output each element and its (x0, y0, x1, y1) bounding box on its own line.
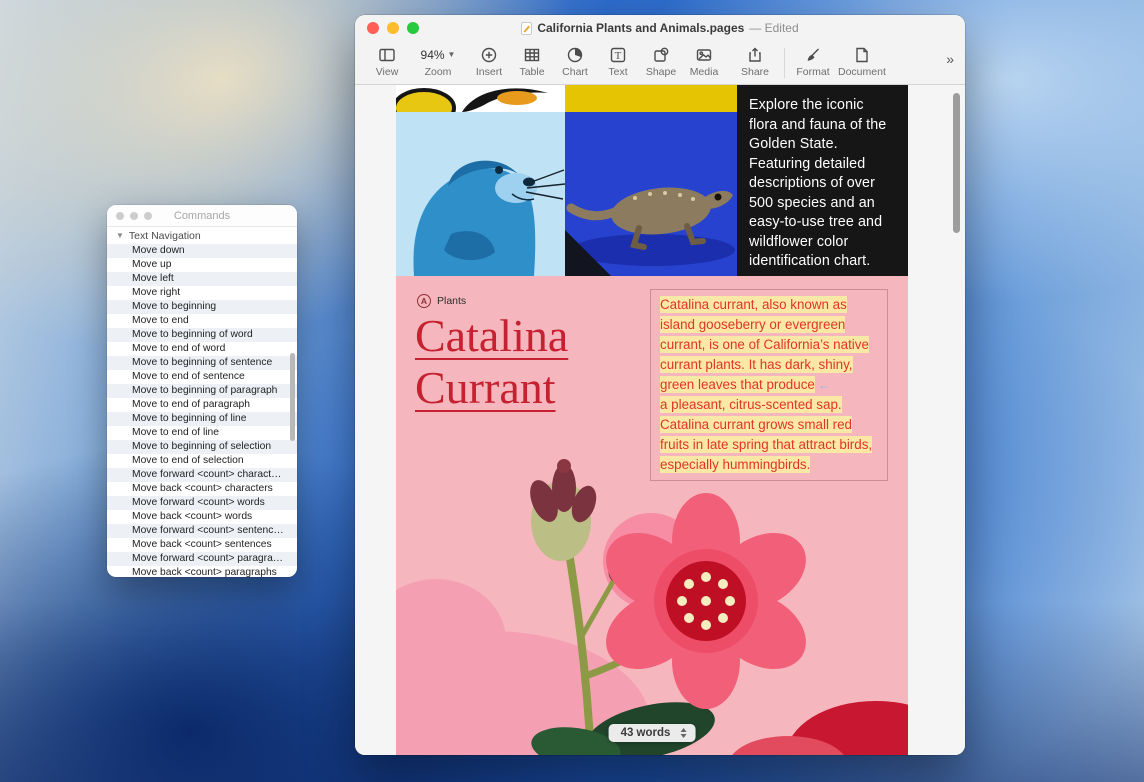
word-count-label: 43 words (621, 727, 671, 739)
pages-document-icon (521, 22, 532, 35)
command-item[interactable]: Move to end of line (107, 426, 297, 440)
media-button[interactable]: Media (686, 45, 722, 78)
command-item[interactable]: Move to beginning of word (107, 328, 297, 342)
shape-button[interactable]: Shape (643, 45, 679, 78)
command-item[interactable]: Move forward <count> sentenc… (107, 524, 297, 538)
command-item[interactable]: Move forward <count> charact… (107, 468, 297, 482)
format-button[interactable]: Format (795, 45, 831, 78)
commands-window: Commands ▼ Text Navigation Move down Mov… (107, 205, 297, 577)
insert-button[interactable]: Insert (471, 45, 507, 78)
close-button[interactable] (367, 22, 379, 34)
command-item[interactable]: Move forward <count> words (107, 496, 297, 510)
share-icon (746, 45, 764, 64)
page-title[interactable]: Catalina Currant (415, 310, 568, 414)
command-item[interactable]: Move up (107, 258, 297, 272)
commands-window-title: Commands (174, 210, 230, 222)
command-item[interactable]: Move left (107, 272, 297, 286)
seal-illustration (396, 112, 565, 276)
command-item[interactable]: Move to beginning of selection (107, 440, 297, 454)
share-button[interactable]: Share (737, 45, 773, 78)
command-item[interactable]: Move back <count> characters (107, 482, 297, 496)
toolbar-divider (784, 48, 785, 78)
command-item[interactable]: Move back <count> paragraphs (107, 566, 297, 577)
command-item[interactable]: Move to end of paragraph (107, 398, 297, 412)
hero-section: Explore the iconic flora and fauna of th… (396, 85, 908, 276)
command-item[interactable]: Move down (107, 244, 297, 258)
document-icon (853, 45, 871, 64)
command-item[interactable]: Move forward <count> paragra… (107, 552, 297, 566)
commands-scrollbar[interactable] (290, 353, 295, 441)
window-title-area: California Plants and Animals.pages — Ed… (521, 21, 798, 35)
butterfly-strip-image (396, 85, 565, 112)
fullscreen-button[interactable] (144, 212, 152, 220)
yellow-strip-image (565, 85, 737, 112)
command-item[interactable]: Move to end (107, 314, 297, 328)
chevron-down-icon: ▼ (116, 231, 124, 240)
document-button[interactable]: Document (838, 45, 886, 78)
chevron-down-icon: ▼ (448, 50, 456, 59)
category-label: Plants (437, 295, 466, 307)
view-button[interactable]: View (369, 45, 405, 78)
command-item[interactable]: Move to beginning of line (107, 412, 297, 426)
pink-section: A Plants Catalina Currant Catalina curra… (396, 276, 908, 755)
command-item[interactable]: Move back <count> words (107, 510, 297, 524)
command-item[interactable]: Move back <count> sentences (107, 538, 297, 552)
intro-text: Explore the iconic flora and fauna of th… (749, 96, 896, 272)
command-item[interactable]: Move to end of sentence (107, 370, 297, 384)
chart-button[interactable]: Chart (557, 45, 593, 78)
window-title: California Plants and Animals.pages (537, 21, 744, 35)
zoom-value: 94% ▼ (421, 45, 456, 64)
flower-illustration (396, 426, 908, 755)
commands-titlebar[interactable]: Commands (107, 205, 297, 227)
command-item[interactable]: Move to end of word (107, 342, 297, 356)
command-item[interactable]: Move to beginning (107, 300, 297, 314)
intro-text-panel[interactable]: Explore the iconic flora and fauna of th… (737, 85, 908, 276)
window-edited-label: — Edited (749, 21, 798, 35)
command-item[interactable]: Move to beginning of sentence (107, 356, 297, 370)
text-icon: T (609, 45, 627, 64)
zoom-dropdown[interactable]: 94% ▼ Zoom (420, 45, 456, 78)
media-icon (695, 45, 713, 64)
top-image-strip (396, 85, 737, 112)
minimize-button[interactable] (130, 212, 138, 220)
lizard-illustration (565, 112, 737, 276)
shape-icon (652, 45, 670, 64)
line-break-icon: ← (818, 378, 830, 392)
command-item[interactable]: Move to beginning of paragraph (107, 384, 297, 398)
commands-section-header[interactable]: ▼ Text Navigation (107, 227, 297, 244)
table-icon (523, 45, 541, 64)
document-area: Explore the iconic flora and fauna of th… (355, 85, 965, 755)
document-page[interactable]: Explore the iconic flora and fauna of th… (396, 85, 908, 755)
insert-icon (480, 45, 498, 64)
document-scrollbar[interactable] (953, 93, 960, 233)
text-button[interactable]: T Text (600, 45, 636, 78)
commands-list: Move down Move up Move left Move right M… (107, 244, 297, 577)
pages-toolbar: View 94% ▼ Zoom Insert Table Chart (355, 41, 965, 85)
toolbar-overflow-button[interactable]: » (946, 51, 953, 67)
commands-traffic-lights (116, 212, 152, 220)
category-tag[interactable]: A Plants (417, 294, 466, 308)
table-button[interactable]: Table (514, 45, 550, 78)
format-icon (804, 45, 822, 64)
pages-window: California Plants and Animals.pages — Ed… (355, 15, 965, 755)
word-count-stepper-icon (680, 728, 686, 738)
svg-text:T: T (615, 50, 622, 62)
fullscreen-button[interactable] (407, 22, 419, 34)
minimize-button[interactable] (387, 22, 399, 34)
command-item[interactable]: Move right (107, 286, 297, 300)
chart-icon (566, 45, 584, 64)
category-letter-badge: A (417, 294, 431, 308)
close-button[interactable] (116, 212, 124, 220)
word-count[interactable]: 43 words (609, 724, 696, 742)
view-icon (378, 45, 396, 64)
pages-titlebar[interactable]: California Plants and Animals.pages — Ed… (355, 15, 965, 41)
traffic-lights (367, 22, 419, 34)
command-item[interactable]: Move to end of selection (107, 454, 297, 468)
